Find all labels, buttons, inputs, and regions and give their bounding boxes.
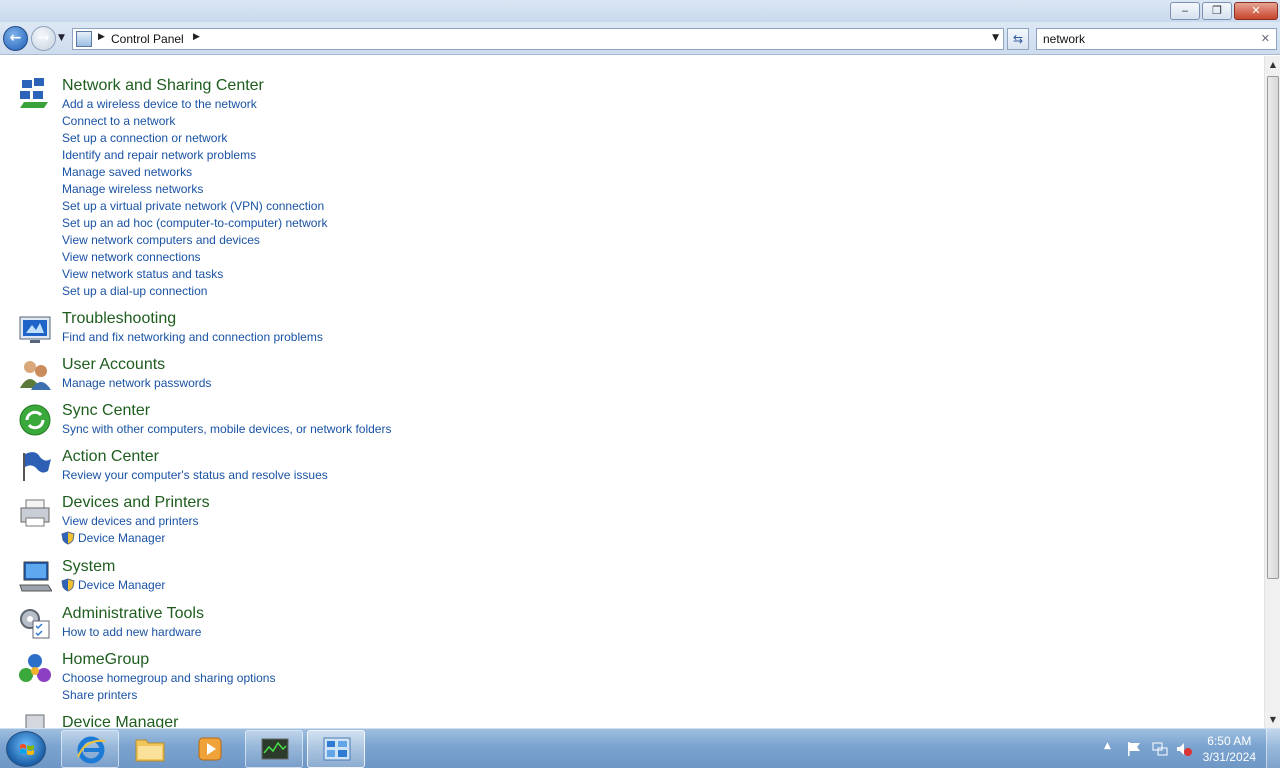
action-center-link[interactable]: Action Center: [62, 448, 159, 466]
task-link[interactable]: Manage wireless networks: [62, 182, 203, 196]
network-tray-icon[interactable]: [1152, 741, 1168, 757]
search-results: Network and Sharing Center Add a wireles…: [0, 56, 1264, 728]
recent-pages-dropdown[interactable]: ▼: [58, 33, 65, 43]
refresh-button[interactable]: ⇆: [1007, 28, 1029, 50]
navigation-bar: ← → ▼ ▶ Control Panel ▶ ▼ ⇆ ✕: [0, 22, 1280, 55]
show-hidden-icons-icon[interactable]: ▲: [1104, 741, 1111, 751]
sync-center-link[interactable]: Sync Center: [62, 402, 150, 420]
forward-button[interactable]: →: [31, 26, 56, 51]
task-link[interactable]: Sync with other computers, mobile device…: [62, 422, 391, 436]
action-center-tray-icon[interactable]: [1126, 741, 1142, 757]
scroll-thumb[interactable]: [1267, 76, 1279, 579]
minimize-button[interactable]: ‒: [1170, 2, 1200, 20]
maximize-icon: ❐: [1212, 4, 1222, 17]
device-manager-link[interactable]: Device Manager: [78, 531, 165, 545]
maximize-button[interactable]: ❐: [1202, 2, 1232, 20]
vertical-scrollbar[interactable]: ▲ ▼: [1264, 56, 1280, 728]
system-link[interactable]: System: [62, 558, 115, 576]
clock-time: 6:50 AM: [1207, 734, 1252, 748]
troubleshooting-link[interactable]: Troubleshooting: [62, 310, 176, 328]
taskbar-windows-explorer[interactable]: [121, 730, 179, 768]
address-dropdown-icon[interactable]: ▼: [992, 33, 999, 43]
folder-icon: [135, 739, 165, 762]
clock[interactable]: 6:50 AM 3/31/2024: [1203, 733, 1256, 765]
task-link[interactable]: Set up a connection or network: [62, 131, 227, 145]
address-bar[interactable]: ▶ Control Panel ▶ ▼: [72, 28, 1004, 50]
system-computer-icon: [19, 561, 52, 592]
administrative-tools-icon: [20, 609, 50, 639]
device-manager-link[interactable]: Device Manager: [62, 714, 179, 728]
forward-arrow-icon: →: [37, 30, 50, 46]
taskbar-media-player[interactable]: [181, 730, 239, 768]
title-bar: ‒ ❐ ✕: [0, 0, 1280, 22]
user-accounts-icon: [20, 361, 51, 390]
close-icon: ✕: [1251, 4, 1261, 17]
breadcrumb-control-panel[interactable]: Control Panel: [111, 32, 184, 46]
taskbar-task-manager[interactable]: [245, 730, 303, 768]
task-manager-icon: [261, 738, 289, 760]
task-link[interactable]: Share printers: [62, 688, 137, 702]
taskbar-control-panel[interactable]: [307, 730, 365, 768]
window-controls: ‒ ❐ ✕: [1168, 2, 1278, 20]
task-link[interactable]: View devices and printers: [62, 514, 199, 528]
search-input[interactable]: [1043, 32, 1253, 46]
task-link[interactable]: View network computers and devices: [62, 233, 260, 247]
troubleshooting-icon: [19, 316, 51, 343]
breadcrumb-chevron-icon[interactable]: ▶: [98, 32, 105, 42]
devices-and-printers-link[interactable]: Devices and Printers: [62, 494, 210, 512]
action-center-flag-icon: [23, 452, 51, 481]
breadcrumb-chevron-icon[interactable]: ▶: [193, 32, 200, 42]
system-tray: ▲ 6:50 AM 3/31/2024: [1090, 729, 1280, 769]
scroll-up-icon[interactable]: ▲: [1265, 56, 1280, 73]
homegroup-link[interactable]: HomeGroup: [62, 651, 149, 669]
task-link[interactable]: View network connections: [62, 250, 201, 264]
network-sharing-icon: [20, 78, 48, 108]
task-link[interactable]: Manage network passwords: [62, 376, 211, 390]
uac-shield-icon: [61, 531, 75, 545]
task-link[interactable]: Connect to a network: [62, 114, 175, 128]
internet-explorer-icon: [77, 736, 106, 764]
media-player-icon: [198, 737, 222, 761]
sync-center-icon: [19, 404, 51, 436]
task-link[interactable]: How to add new hardware: [62, 625, 201, 639]
device-manager-link[interactable]: Device Manager: [78, 578, 165, 592]
close-button[interactable]: ✕: [1234, 2, 1278, 20]
show-desktop-button[interactable]: [1266, 729, 1280, 769]
search-box[interactable]: ✕: [1036, 28, 1277, 50]
back-button[interactable]: ←: [3, 26, 28, 51]
device-manager-icon: [25, 714, 45, 728]
homegroup-icon: [19, 654, 51, 682]
task-link[interactable]: Add a wireless device to the network: [62, 97, 257, 111]
start-button[interactable]: [6, 731, 46, 767]
task-link[interactable]: Set up a virtual private network (VPN) c…: [62, 199, 324, 213]
task-link[interactable]: Review your computer's status and resolv…: [62, 468, 328, 482]
administrative-tools-link[interactable]: Administrative Tools: [62, 605, 204, 623]
task-link[interactable]: Identify and repair network problems: [62, 148, 256, 162]
taskbar-internet-explorer[interactable]: [61, 730, 119, 768]
back-arrow-icon: ←: [9, 30, 22, 46]
task-link[interactable]: Manage saved networks: [62, 165, 192, 179]
scroll-down-icon[interactable]: ▼: [1265, 711, 1280, 728]
task-link[interactable]: Set up a dial-up connection: [62, 284, 207, 298]
task-link[interactable]: Find and fix networking and connection p…: [62, 330, 323, 344]
task-link[interactable]: Set up an ad hoc (computer-to-computer) …: [62, 216, 327, 230]
clock-date: 3/31/2024: [1202, 750, 1256, 764]
devices-printers-icon: [20, 499, 50, 527]
taskbar: ▲ 6:50 AM 3/31/2024: [0, 728, 1280, 769]
windows-logo-icon: [20, 744, 34, 755]
task-link[interactable]: View network status and tasks: [62, 267, 223, 281]
network-sharing-center-link[interactable]: Network and Sharing Center: [62, 77, 264, 95]
control-panel-icon: [76, 31, 92, 47]
minimize-icon: ‒: [1181, 4, 1189, 17]
clear-search-icon[interactable]: ✕: [1261, 32, 1270, 45]
uac-shield-icon: [61, 578, 75, 592]
volume-muted-icon[interactable]: [1176, 741, 1192, 757]
user-accounts-link[interactable]: User Accounts: [62, 356, 165, 374]
task-link[interactable]: Choose homegroup and sharing options: [62, 671, 275, 685]
control-panel-icon: [323, 737, 351, 761]
refresh-icon: ⇆: [1012, 32, 1024, 46]
